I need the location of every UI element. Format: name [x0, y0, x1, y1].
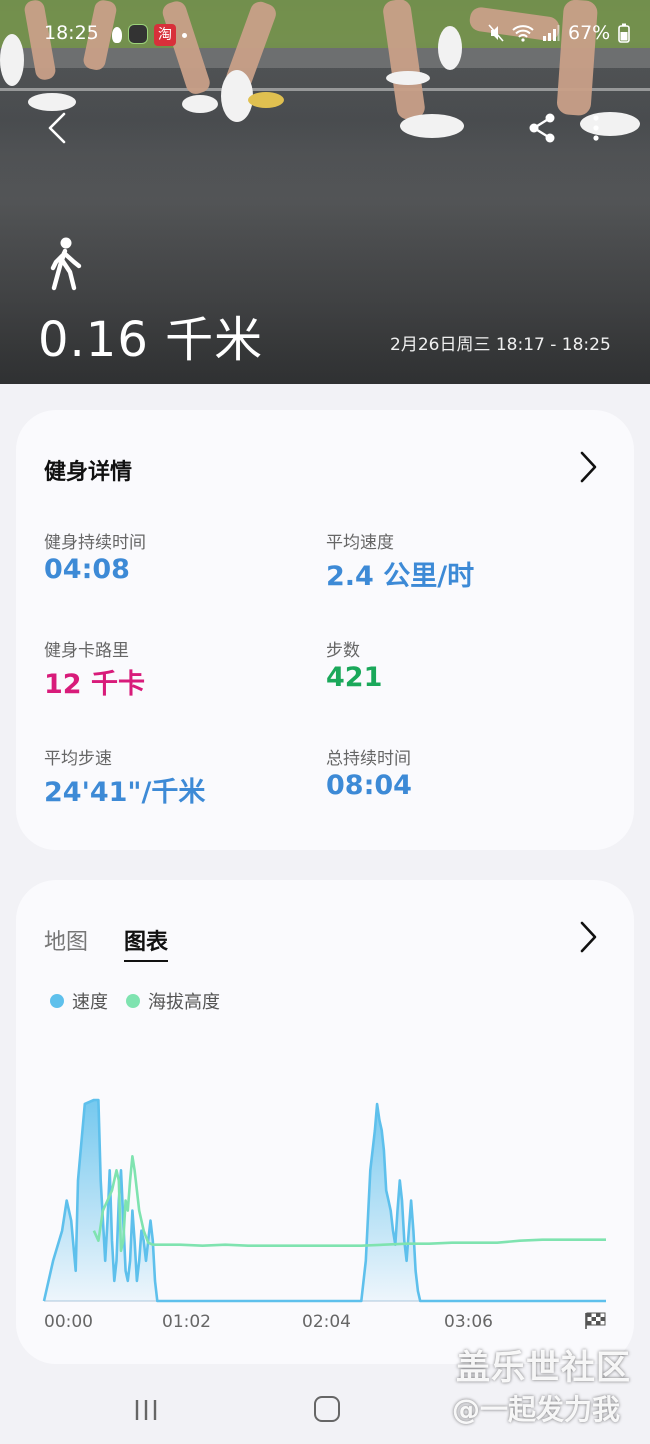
finish-flag-icon — [585, 1312, 606, 1329]
recent-apps-button[interactable] — [134, 1398, 158, 1422]
share-button[interactable] — [524, 110, 560, 146]
notification-dot-icon — [112, 27, 122, 43]
legend-item-speed: 速度 — [50, 988, 108, 1014]
tab-chart[interactable]: 图表 — [124, 924, 169, 962]
metric-label-avg-speed: 平均速度 — [326, 533, 394, 553]
status-time: 18:25 — [44, 22, 99, 44]
card-title: 健身详情 — [44, 460, 133, 485]
taobao-icon: 淘 — [154, 24, 176, 46]
legend-label: 海拔高度 — [148, 992, 220, 1013]
x-tick-label: 02:04 — [302, 1312, 351, 1332]
watermark-handle: @一起发力我 — [452, 1393, 621, 1426]
legend-label: 速度 — [72, 992, 108, 1013]
status-bar: 18:25 淘 67% — [0, 20, 650, 50]
metric-label-calories: 健身卡路里 — [44, 641, 129, 661]
x-tick-label: 01:02 — [162, 1312, 211, 1332]
battery-percent: 67% — [568, 22, 611, 44]
chevron-right-icon[interactable] — [576, 450, 600, 484]
metric-value-steps: 421 — [326, 662, 383, 693]
battery-icon — [618, 23, 631, 43]
metric-value-total-duration: 08:04 — [326, 770, 412, 801]
chart-card: 地图 图表 速度 海拔高度 00:00 01:02 02:04 03:06 — [16, 880, 634, 1364]
altitude-line — [92, 1155, 606, 1253]
more-options-button[interactable] — [584, 110, 608, 146]
tab-map[interactable]: 地图 — [44, 924, 88, 956]
metric-label-total-duration: 总持续时间 — [326, 749, 411, 769]
x-tick-label: 00:00 — [44, 1312, 93, 1332]
watermark-title: 盖乐世社区 — [456, 1348, 631, 1388]
metric-value-duration: 04:08 — [44, 554, 130, 585]
small-dot-icon — [182, 33, 187, 38]
chevron-right-icon[interactable] — [576, 920, 600, 954]
metric-label-steps: 步数 — [326, 641, 360, 661]
notification-icons: 淘 — [112, 24, 187, 46]
home-button[interactable] — [314, 1396, 340, 1422]
wifi-icon — [512, 25, 534, 42]
distance-value: 0.16 千米 — [38, 312, 264, 368]
signal-icon — [543, 25, 560, 41]
metric-label-duration: 健身持续时间 — [44, 533, 146, 553]
hero-banner: 18:25 淘 67% 0.16 千米 2月26日周三 18:17 - 18:2… — [0, 0, 650, 384]
workout-datetime: 2月26日周三 18:17 - 18:25 — [390, 335, 611, 355]
back-button[interactable] — [40, 110, 76, 146]
metric-label-avg-pace: 平均步速 — [44, 749, 112, 769]
walking-person-icon — [50, 237, 82, 291]
app-notification-icon — [128, 24, 148, 44]
legend-item-altitude: 海拔高度 — [126, 988, 220, 1014]
speed-altitude-chart — [42, 1098, 606, 1303]
metric-value-avg-pace: 24'41"/千米 — [44, 777, 206, 808]
legend-dot-icon — [50, 994, 64, 1008]
system-status-icons: 67% — [488, 22, 631, 44]
x-tick-label: 03:06 — [444, 1312, 493, 1332]
metric-value-calories: 12 千卡 — [44, 669, 145, 700]
mute-icon — [488, 24, 504, 42]
workout-details-card[interactable]: 健身详情 健身持续时间 04:08 平均速度 2.4 公里/时 健身卡路里 12… — [16, 410, 634, 850]
metric-value-avg-speed: 2.4 公里/时 — [326, 561, 475, 592]
legend-dot-icon — [126, 994, 140, 1008]
